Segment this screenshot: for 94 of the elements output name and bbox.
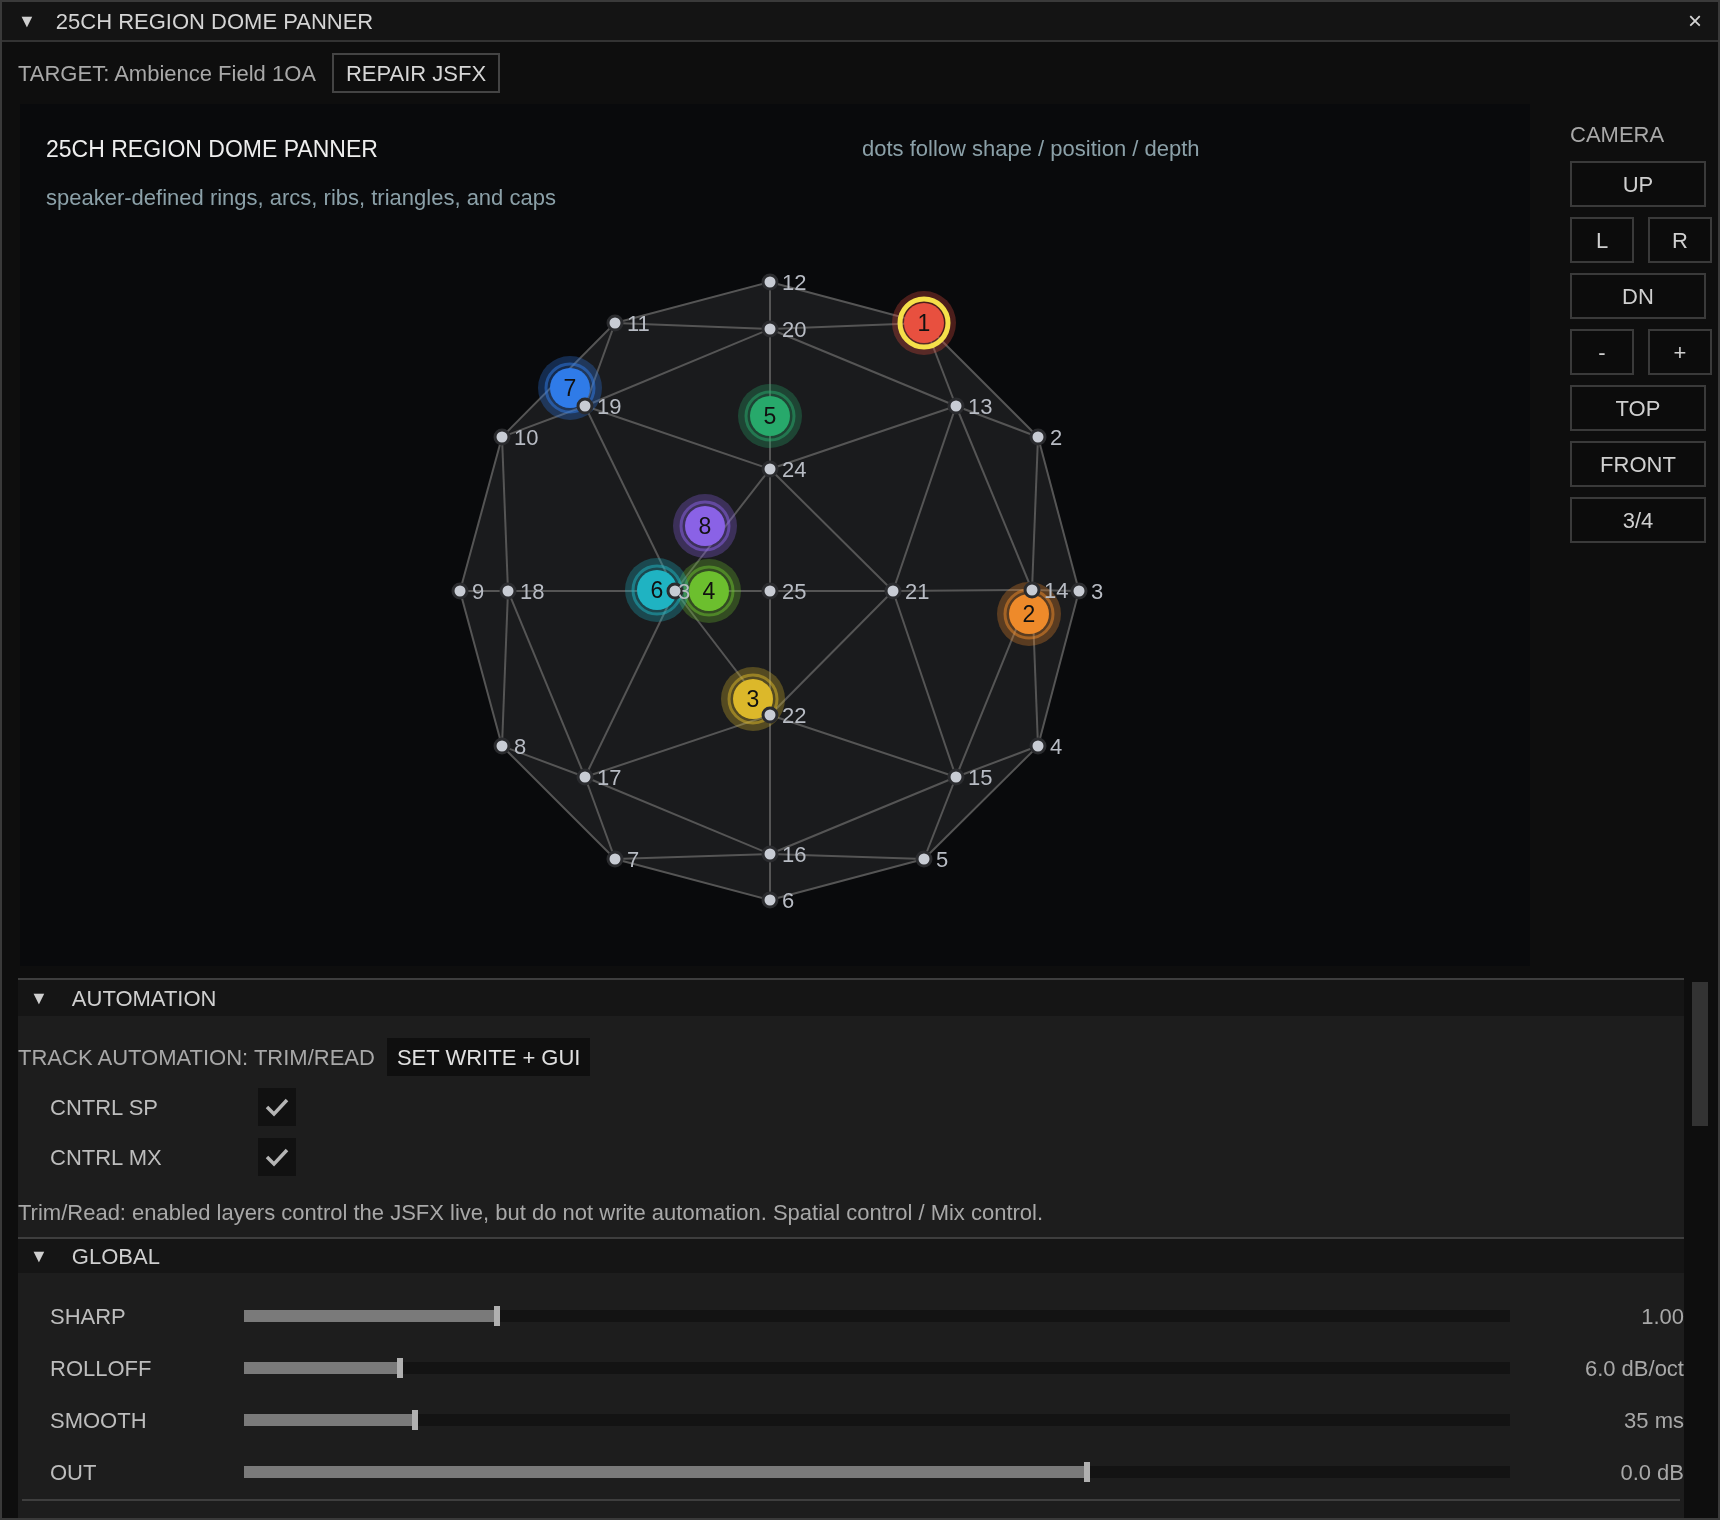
speaker-node[interactable] <box>884 582 902 599</box>
speaker-node[interactable] <box>761 460 779 477</box>
set-write-button[interactable]: SET WRITE + GUI <box>386 1038 591 1076</box>
slider-label: SHARP <box>49 1302 127 1331</box>
slider-thumb[interactable] <box>396 1358 403 1378</box>
speaker-label: 10 <box>514 424 539 450</box>
speaker-label: 22 <box>782 702 807 728</box>
slider-value: 0.0 dB <box>1619 1458 1684 1487</box>
speaker-node[interactable] <box>761 891 779 908</box>
speaker-label: 9 <box>472 578 485 604</box>
speaker-label: 25 <box>782 578 807 604</box>
slider-value: 6.0 dB/oct <box>1583 1354 1684 1383</box>
camera-button[interactable]: R <box>1648 217 1712 263</box>
collapse-toggle[interactable]: ▼ <box>30 984 48 1012</box>
slider-thumb[interactable] <box>1084 1462 1091 1482</box>
speaker-node[interactable] <box>576 397 594 414</box>
automation-mode-label: TRACK AUTOMATION: TRIM/READ <box>18 1043 375 1072</box>
slider-value: 35 ms <box>1623 1406 1684 1435</box>
speaker-node[interactable] <box>493 428 511 445</box>
speaker-label: 13 <box>968 393 993 419</box>
speaker-node[interactable] <box>761 706 779 723</box>
speaker-node[interactable] <box>947 768 965 785</box>
speaker-node[interactable] <box>761 845 779 862</box>
speaker-label: 20 <box>782 316 807 342</box>
speaker-label: 11 <box>627 310 650 336</box>
camera-button[interactable]: FRONT <box>1570 441 1706 487</box>
speaker-label: 16 <box>782 841 807 867</box>
speaker-node[interactable] <box>606 850 624 867</box>
panel-subtitle: speaker-defined rings, arcs, ribs, triangles, and caps <box>46 183 557 212</box>
speaker-node[interactable] <box>1023 581 1041 598</box>
speaker-label: 7 <box>627 846 640 872</box>
checkbox[interactable] <box>258 1088 296 1126</box>
automation-note: Trim/Read: enabled layers control the JSFX live, but do not write automation. Spatial control / Mix control. <box>18 1199 1045 1227</box>
repair-button[interactable]: REPAIR JSFX <box>331 53 501 93</box>
panel-caption: dots follow shape / position / depth <box>862 135 1200 163</box>
target-label: TARGET: Ambience Field 1OA <box>18 59 316 88</box>
panel-title: 25CH REGION DOME PANNER <box>46 135 379 164</box>
speaker-label: 4 <box>1050 733 1063 759</box>
speaker-node[interactable] <box>576 768 594 785</box>
slider-label: ROLLOFF <box>49 1354 153 1383</box>
camera-button[interactable]: TOP <box>1570 385 1706 431</box>
source-marker[interactable]: 1 <box>892 290 956 355</box>
slider-value: 1.00 <box>1640 1302 1684 1331</box>
option-label: CNTRL MX <box>50 1143 163 1172</box>
camera-button[interactable]: 3/4 <box>1570 497 1706 543</box>
camera-button[interactable]: L <box>1570 217 1634 263</box>
speaker-node[interactable] <box>761 320 779 337</box>
speaker-node[interactable] <box>947 397 965 414</box>
section-header[interactable]: ▼ AUTOMATION <box>18 980 1684 1016</box>
speaker-label: 24 <box>782 456 807 482</box>
source-marker[interactable]: 5 <box>738 383 802 448</box>
camera-button[interactable]: - <box>1570 329 1634 375</box>
speaker-node[interactable] <box>761 582 779 599</box>
check-icon <box>265 1147 289 1167</box>
close-button[interactable]: × <box>1688 3 1702 39</box>
speaker-label: 6 <box>782 887 795 913</box>
source-marker[interactable]: 8 <box>673 493 737 558</box>
camera-button[interactable]: + <box>1648 329 1712 375</box>
window-title: 25CH REGION DOME PANNER <box>55 7 374 36</box>
speaker-node[interactable] <box>499 582 517 599</box>
speaker-node[interactable] <box>1029 428 1047 445</box>
slider-label: OUT <box>49 1458 98 1487</box>
slider-label: SMOOTH <box>49 1406 148 1435</box>
speaker-node[interactable] <box>451 582 469 599</box>
speaker-label: 3 <box>1091 578 1104 604</box>
speaker-label: 5 <box>936 846 949 872</box>
speaker-label: 17 <box>597 764 622 790</box>
speaker-node[interactable] <box>606 314 624 331</box>
slider-thumb[interactable] <box>494 1306 501 1326</box>
speaker-label: 3 <box>678 578 691 604</box>
camera-label: CAMERA <box>1570 121 1666 149</box>
camera-button[interactable]: UP <box>1570 161 1706 207</box>
speaker-label: 8 <box>514 733 527 759</box>
speaker-node[interactable] <box>915 850 933 867</box>
section-title: AUTOMATION <box>71 984 217 1013</box>
scrollbar[interactable] <box>1692 982 1708 1126</box>
speaker-label: 2 <box>1050 424 1063 450</box>
speaker-node[interactable] <box>761 273 779 290</box>
camera-button[interactable]: DN <box>1570 273 1706 319</box>
speaker-label: 18 <box>520 578 545 604</box>
speaker-label: 15 <box>968 764 993 790</box>
speaker-node[interactable] <box>1070 582 1088 599</box>
section-title: GLOBAL <box>71 1242 160 1271</box>
collapse-toggle[interactable]: ▼ <box>18 7 36 35</box>
speaker-node[interactable] <box>1029 737 1047 754</box>
slider-thumb[interactable] <box>411 1410 418 1430</box>
speaker-node[interactable] <box>493 737 511 754</box>
check-icon <box>265 1097 289 1117</box>
collapse-toggle[interactable]: ▼ <box>30 1242 48 1270</box>
checkbox[interactable] <box>258 1138 296 1176</box>
option-label: CNTRL SP <box>50 1093 159 1122</box>
speaker-label: 12 <box>782 269 807 295</box>
speaker-label: 21 <box>905 578 930 604</box>
section-header[interactable]: ▼ GLOBAL <box>18 1239 1684 1273</box>
